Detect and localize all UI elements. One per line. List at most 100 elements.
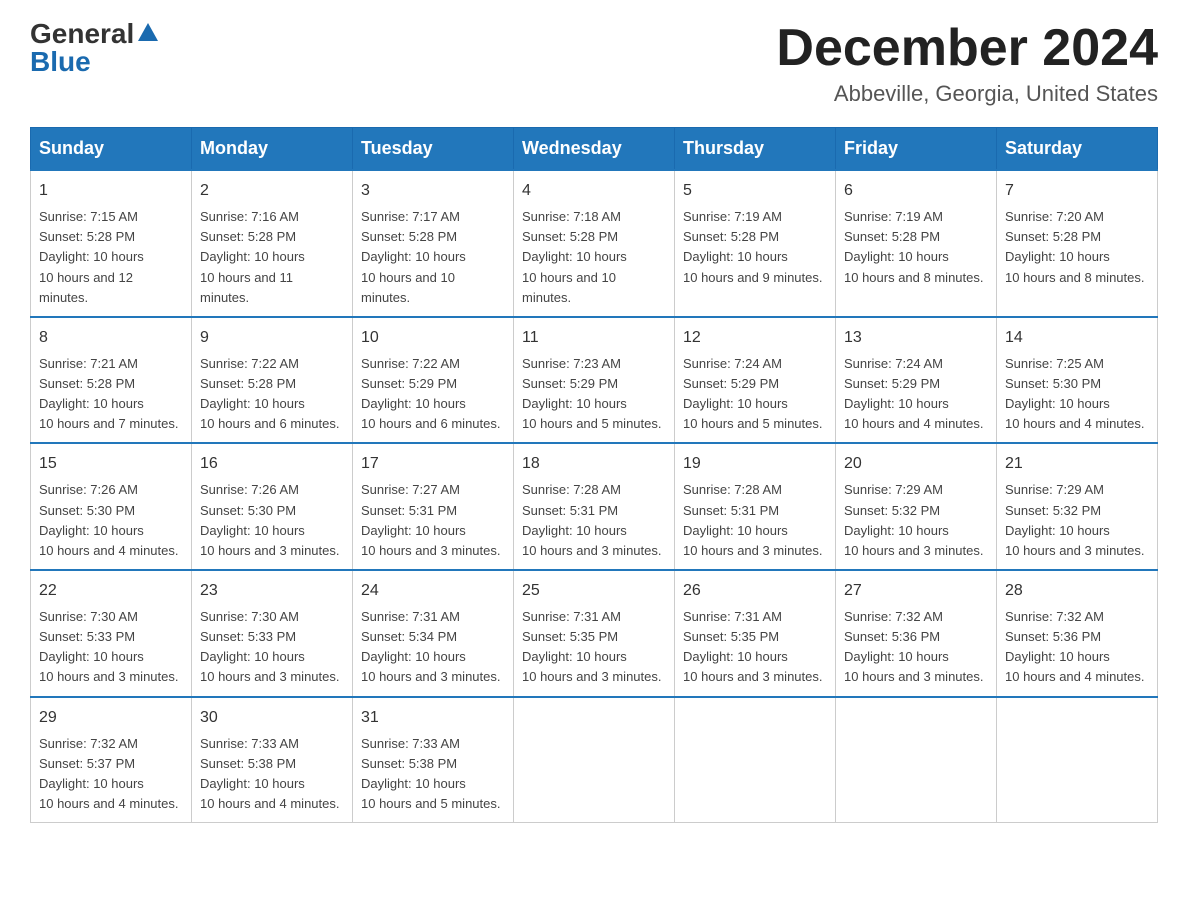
calendar-cell: 5Sunrise: 7:19 AMSunset: 5:28 PMDaylight… — [675, 170, 836, 317]
day-info: Sunrise: 7:25 AMSunset: 5:30 PMDaylight:… — [1005, 356, 1144, 431]
calendar-cell: 6 Sunrise: 7:19 AMSunset: 5:28 PMDaylight… — [836, 170, 997, 317]
calendar-cell: 16 Sunrise: 7:26 AMSunset: 5:30 PMDayligh… — [192, 443, 353, 570]
calendar-cell: 30 Sunrise: 7:33 AMSunset: 5:38 PMDayligh… — [192, 697, 353, 823]
col-header-sunday: Sunday — [31, 128, 192, 171]
logo-triangle-icon — [138, 23, 158, 41]
day-info: Sunrise: 7:26 AMSunset: 5:30 PMDaylight:… — [39, 482, 178, 557]
day-info: Sunrise: 7:17 AMSunset: 5:28 PMDaylight:… — [361, 209, 466, 305]
day-number: 31 — [361, 706, 505, 730]
day-info: Sunrise: 7:33 AMSunset: 5:38 PMDaylight:… — [361, 736, 500, 811]
day-number: 19 — [683, 452, 827, 476]
day-number: 15 — [39, 452, 183, 476]
calendar-cell: 13 Sunrise: 7:24 AMSunset: 5:29 PMDayligh… — [836, 317, 997, 444]
calendar-cell: 14 Sunrise: 7:25 AMSunset: 5:30 PMDayligh… — [997, 317, 1158, 444]
calendar-cell: 1 Sunrise: 7:15 AMSunset: 5:28 PMDaylight… — [31, 170, 192, 317]
day-number: 28 — [1005, 579, 1149, 603]
day-info: Sunrise: 7:30 AMSunset: 5:33 PMDaylight:… — [39, 609, 178, 684]
day-number: 22 — [39, 579, 183, 603]
page-header: General Blue December 2024 Abbeville, Ge… — [30, 20, 1158, 107]
day-info: Sunrise: 7:26 AMSunset: 5:30 PMDaylight:… — [200, 482, 339, 557]
title-block: December 2024 Abbeville, Georgia, United… — [776, 20, 1158, 107]
calendar-cell: 18Sunrise: 7:28 AMSunset: 5:31 PMDayligh… — [514, 443, 675, 570]
day-number: 4 — [522, 179, 666, 203]
calendar-cell: 27Sunrise: 7:32 AMSunset: 5:36 PMDayligh… — [836, 570, 997, 697]
calendar-cell: 26 Sunrise: 7:31 AMSunset: 5:35 PMDayligh… — [675, 570, 836, 697]
day-info: Sunrise: 7:30 AMSunset: 5:33 PMDaylight:… — [200, 609, 339, 684]
day-number: 8 — [39, 326, 183, 350]
calendar-week-row: 22 Sunrise: 7:30 AMSunset: 5:33 PMDayligh… — [31, 570, 1158, 697]
calendar-cell: 9 Sunrise: 7:22 AMSunset: 5:28 PMDaylight… — [192, 317, 353, 444]
logo-blue-text: Blue — [30, 48, 91, 76]
day-info: Sunrise: 7:32 AMSunset: 5:37 PMDaylight:… — [39, 736, 178, 811]
day-info: Sunrise: 7:33 AMSunset: 5:38 PMDaylight:… — [200, 736, 339, 811]
day-info: Sunrise: 7:15 AMSunset: 5:28 PMDaylight:… — [39, 209, 144, 305]
day-number: 2 — [200, 179, 344, 203]
day-info: Sunrise: 7:24 AMSunset: 5:29 PMDaylight:… — [844, 356, 983, 431]
day-number: 11 — [522, 326, 666, 350]
day-info: Sunrise: 7:28 AMSunset: 5:31 PMDaylight:… — [522, 482, 661, 557]
calendar-cell: 25 Sunrise: 7:31 AMSunset: 5:35 PMDayligh… — [514, 570, 675, 697]
day-number: 14 — [1005, 326, 1149, 350]
calendar-cell — [836, 697, 997, 823]
day-info: Sunrise: 7:22 AMSunset: 5:28 PMDaylight:… — [200, 356, 339, 431]
day-number: 6 — [844, 179, 988, 203]
calendar-cell: 8 Sunrise: 7:21 AMSunset: 5:28 PMDaylight… — [31, 317, 192, 444]
day-info: Sunrise: 7:21 AMSunset: 5:28 PMDaylight:… — [39, 356, 178, 431]
day-number: 10 — [361, 326, 505, 350]
day-info: Sunrise: 7:31 AMSunset: 5:35 PMDaylight:… — [522, 609, 661, 684]
day-number: 29 — [39, 706, 183, 730]
day-info: Sunrise: 7:27 AMSunset: 5:31 PMDaylight:… — [361, 482, 500, 557]
day-number: 25 — [522, 579, 666, 603]
day-info: Sunrise: 7:29 AMSunset: 5:32 PMDaylight:… — [1005, 482, 1144, 557]
day-info: Sunrise: 7:29 AMSunset: 5:32 PMDaylight:… — [844, 482, 983, 557]
calendar-cell: 22 Sunrise: 7:30 AMSunset: 5:33 PMDayligh… — [31, 570, 192, 697]
day-number: 12 — [683, 326, 827, 350]
day-number: 9 — [200, 326, 344, 350]
day-info: Sunrise: 7:20 AMSunset: 5:28 PMDaylight:… — [1005, 209, 1144, 284]
calendar-cell: 10 Sunrise: 7:22 AMSunset: 5:29 PMDayligh… — [353, 317, 514, 444]
day-number: 7 — [1005, 179, 1149, 203]
day-number: 20 — [844, 452, 988, 476]
col-header-monday: Monday — [192, 128, 353, 171]
day-number: 30 — [200, 706, 344, 730]
col-header-friday: Friday — [836, 128, 997, 171]
location-title: Abbeville, Georgia, United States — [776, 81, 1158, 107]
calendar-cell — [997, 697, 1158, 823]
day-number: 5 — [683, 179, 827, 203]
day-number: 16 — [200, 452, 344, 476]
calendar-cell: 4 Sunrise: 7:18 AMSunset: 5:28 PMDaylight… — [514, 170, 675, 317]
calendar-cell: 17 Sunrise: 7:27 AMSunset: 5:31 PMDayligh… — [353, 443, 514, 570]
calendar-cell: 29 Sunrise: 7:32 AMSunset: 5:37 PMDayligh… — [31, 697, 192, 823]
day-number: 1 — [39, 179, 183, 203]
day-info: Sunrise: 7:18 AMSunset: 5:28 PMDaylight:… — [522, 209, 627, 305]
calendar-cell: 23Sunrise: 7:30 AMSunset: 5:33 PMDayligh… — [192, 570, 353, 697]
calendar-cell: 20 Sunrise: 7:29 AMSunset: 5:32 PMDayligh… — [836, 443, 997, 570]
calendar-cell — [514, 697, 675, 823]
calendar-cell: 12 Sunrise: 7:24 AMSunset: 5:29 PMDayligh… — [675, 317, 836, 444]
day-number: 26 — [683, 579, 827, 603]
day-info: Sunrise: 7:31 AMSunset: 5:35 PMDaylight:… — [683, 609, 822, 684]
day-info: Sunrise: 7:23 AMSunset: 5:29 PMDaylight:… — [522, 356, 661, 431]
day-number: 27 — [844, 579, 988, 603]
calendar-week-row: 15 Sunrise: 7:26 AMSunset: 5:30 PMDayligh… — [31, 443, 1158, 570]
day-info: Sunrise: 7:22 AMSunset: 5:29 PMDaylight:… — [361, 356, 500, 431]
day-info: Sunrise: 7:19 AMSunset: 5:28 PMDaylight:… — [844, 209, 983, 284]
col-header-wednesday: Wednesday — [514, 128, 675, 171]
day-info: Sunrise: 7:32 AMSunset: 5:36 PMDaylight:… — [1005, 609, 1144, 684]
month-title: December 2024 — [776, 20, 1158, 77]
day-number: 3 — [361, 179, 505, 203]
calendar-week-row: 29 Sunrise: 7:32 AMSunset: 5:37 PMDayligh… — [31, 697, 1158, 823]
calendar-cell: 7 Sunrise: 7:20 AMSunset: 5:28 PMDaylight… — [997, 170, 1158, 317]
day-number: 21 — [1005, 452, 1149, 476]
col-header-saturday: Saturday — [997, 128, 1158, 171]
calendar-cell: 28 Sunrise: 7:32 AMSunset: 5:36 PMDayligh… — [997, 570, 1158, 697]
calendar-cell: 11 Sunrise: 7:23 AMSunset: 5:29 PMDayligh… — [514, 317, 675, 444]
day-number: 17 — [361, 452, 505, 476]
day-number: 13 — [844, 326, 988, 350]
day-info: Sunrise: 7:28 AMSunset: 5:31 PMDaylight:… — [683, 482, 822, 557]
day-info: Sunrise: 7:24 AMSunset: 5:29 PMDaylight:… — [683, 356, 822, 431]
calendar-cell: 3 Sunrise: 7:17 AMSunset: 5:28 PMDaylight… — [353, 170, 514, 317]
day-number: 24 — [361, 579, 505, 603]
calendar-cell: 24Sunrise: 7:31 AMSunset: 5:34 PMDayligh… — [353, 570, 514, 697]
calendar-cell: 19 Sunrise: 7:28 AMSunset: 5:31 PMDayligh… — [675, 443, 836, 570]
